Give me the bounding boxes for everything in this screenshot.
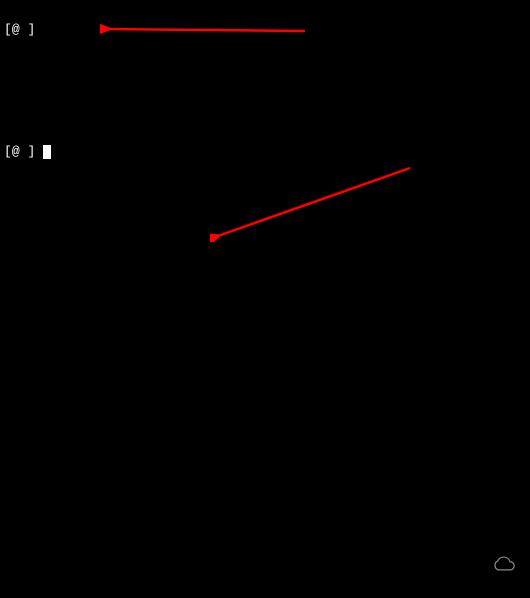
watermark	[490, 556, 520, 574]
terminal-output: [@ ] [@ ]	[0, 0, 530, 181]
cursor-icon	[43, 145, 51, 159]
prompt-line-bottom[interactable]: [@ ]	[4, 143, 526, 161]
blank-line	[4, 91, 526, 109]
cloud-icon	[490, 556, 516, 574]
prompt-line-top: [@ ]	[4, 21, 526, 39]
